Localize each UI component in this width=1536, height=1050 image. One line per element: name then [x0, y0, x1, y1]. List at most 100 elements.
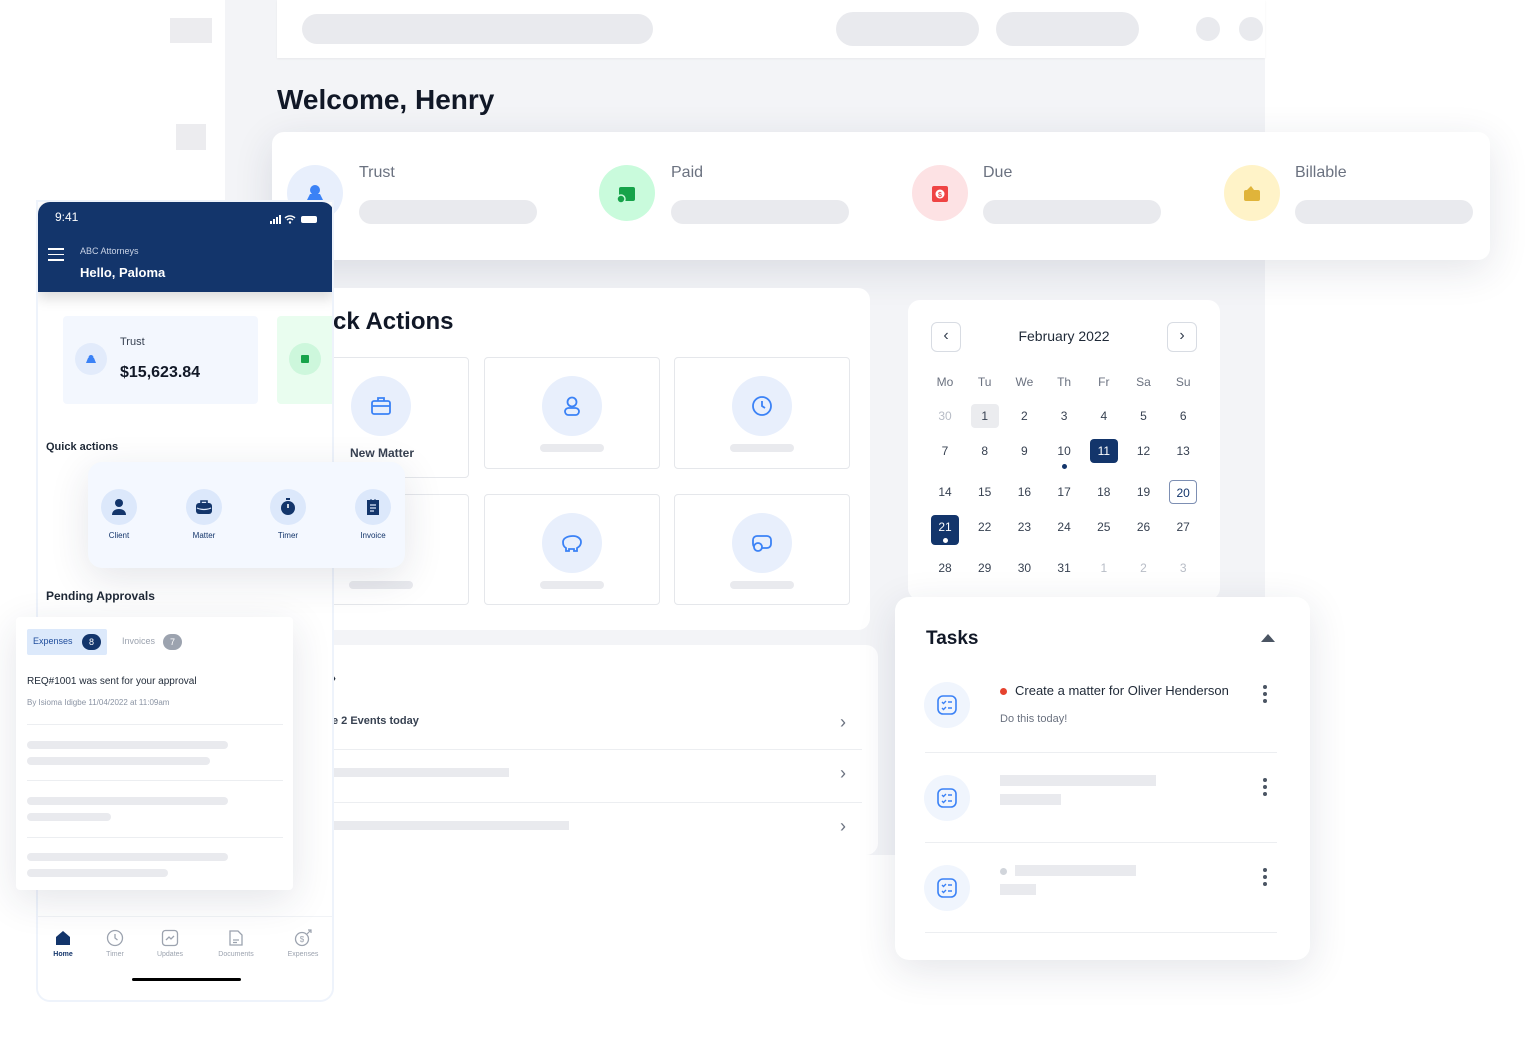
calendar-day[interactable]: 2 — [1130, 556, 1158, 580]
firm-name: ABC Attorneys — [80, 246, 139, 256]
calendar-day[interactable]: 22 — [971, 515, 999, 539]
paid-card[interactable] — [277, 316, 332, 404]
calendar-day[interactable]: 1 — [970, 404, 999, 428]
trust-deposit-tile[interactable] — [484, 494, 660, 605]
quick-action-matter[interactable]: Matter — [174, 489, 234, 540]
calendar-day[interactable]: 6 — [1169, 404, 1197, 428]
quick-action-timer[interactable]: Timer — [258, 489, 318, 540]
calendar-dollar-icon: $ — [912, 165, 968, 221]
status-time: 9:41 — [55, 210, 79, 224]
weekday-label: Su — [1175, 375, 1191, 389]
calendar-day[interactable]: 25 — [1090, 515, 1118, 539]
menu-icon[interactable] — [48, 248, 64, 261]
clock-icon — [732, 376, 792, 436]
tile-label-placeholder — [540, 581, 604, 589]
nav-home[interactable]: Home — [38, 929, 91, 958]
tab-invoices[interactable]: Invoices 7 — [116, 629, 196, 655]
calendar-day[interactable]: 20 — [1169, 480, 1198, 504]
weekday-label: Fr — [1098, 375, 1110, 389]
home-indicator — [132, 978, 241, 981]
calendar-day[interactable]: 2 — [1010, 404, 1038, 428]
events-row[interactable]: › — [320, 753, 860, 803]
events-card: › e 2 Events today › › › — [320, 645, 878, 855]
approval-placeholder — [27, 869, 168, 877]
nav-label: Updates — [156, 951, 184, 958]
mobile-quick-actions-card: Client Matter Timer Invoice — [88, 462, 405, 568]
calendar-day[interactable]: 4 — [1090, 404, 1118, 428]
money-icon — [732, 513, 792, 573]
divider — [925, 752, 1277, 753]
top-button-placeholder[interactable] — [996, 12, 1139, 46]
count-badge: 7 — [163, 634, 182, 650]
calendar-day[interactable]: 16 — [1010, 480, 1038, 504]
weekday-label: Th — [1057, 375, 1072, 389]
calendar-day[interactable]: 21 — [931, 515, 959, 545]
top-button-placeholder[interactable] — [836, 12, 979, 46]
calendar-day[interactable]: 26 — [1130, 515, 1158, 539]
calendar-day[interactable]: 11 — [1089, 439, 1118, 463]
nav-timer[interactable]: Timer — [87, 929, 143, 958]
calendar-day[interactable]: 3 — [1169, 556, 1197, 580]
calendar-day[interactable]: 3 — [1050, 404, 1078, 428]
new-client-tile[interactable] — [484, 357, 660, 469]
trust-card[interactable]: Trust $15,623.84 — [63, 316, 258, 404]
calendar-day[interactable]: 23 — [1010, 515, 1038, 539]
calendar-day[interactable]: 27 — [1169, 515, 1197, 539]
calendar-day[interactable]: 31 — [1050, 556, 1078, 580]
task-title[interactable]: Create a matter for Oliver Henderson — [1015, 683, 1229, 698]
quick-action-label: Matter — [192, 531, 216, 540]
calendar-day[interactable]: 14 — [931, 480, 959, 504]
money-tile[interactable] — [674, 494, 850, 605]
search-placeholder[interactable] — [302, 14, 653, 44]
nav-expenses[interactable]: $ Expenses — [275, 929, 331, 958]
calendar-day[interactable]: 30 — [1010, 556, 1038, 580]
timer-tile[interactable] — [674, 357, 850, 469]
calendar-day[interactable]: 8 — [971, 439, 999, 463]
notification-placeholder[interactable] — [1196, 17, 1220, 41]
nav-documents[interactable]: Documents — [208, 929, 264, 958]
calendar-day[interactable]: 30 — [931, 404, 959, 428]
calendar-day[interactable]: 17 — [1050, 480, 1078, 504]
calendar-day[interactable]: 7 — [931, 439, 959, 463]
calendar-day[interactable]: 28 — [931, 556, 959, 580]
calendar-day[interactable]: 29 — [971, 556, 999, 580]
approval-placeholder — [27, 741, 228, 749]
tile-label-placeholder — [540, 444, 604, 452]
quick-action-client[interactable]: Client — [89, 489, 149, 540]
checklist-icon — [924, 775, 970, 821]
events-row[interactable]: › — [320, 806, 860, 851]
quick-action-label: Client — [108, 531, 130, 540]
quick-action-invoice[interactable]: Invoice — [343, 489, 403, 540]
calendar-day[interactable]: 24 — [1050, 515, 1078, 539]
wallet-check-icon — [289, 343, 321, 375]
sidebar-logo-placeholder — [170, 18, 212, 43]
checklist-icon — [924, 865, 970, 911]
more-options-icon[interactable] — [1263, 868, 1267, 889]
calendar-day[interactable]: 9 — [1010, 439, 1038, 463]
collapse-icon[interactable] — [1261, 634, 1275, 642]
calendar-day[interactable]: 5 — [1130, 404, 1158, 428]
nav-label: Home — [53, 951, 73, 958]
stat-value-placeholder — [1295, 200, 1473, 224]
more-options-icon[interactable] — [1263, 685, 1267, 706]
approval-title[interactable]: REQ#1001 was sent for your approval — [27, 676, 197, 687]
home-icon — [56, 931, 70, 945]
calendar-day[interactable]: 19 — [1130, 480, 1158, 504]
divider — [925, 932, 1277, 933]
divider — [27, 837, 283, 838]
events-row[interactable]: e 2 Events today › — [320, 700, 860, 750]
task-placeholder — [1000, 775, 1156, 786]
calendar-day[interactable]: 18 — [1090, 480, 1118, 504]
calendar-day[interactable]: 12 — [1130, 439, 1158, 463]
nav-updates[interactable]: Updates — [142, 929, 198, 958]
svg-text:$: $ — [300, 935, 305, 944]
next-month-button[interactable]: › — [1167, 322, 1197, 352]
avatar-placeholder[interactable] — [1239, 17, 1263, 41]
calendar-day[interactable]: 1 — [1090, 556, 1118, 580]
tab-expenses[interactable]: Expenses 8 — [27, 629, 107, 655]
nav-label: Documents — [218, 951, 254, 958]
more-options-icon[interactable] — [1263, 778, 1267, 799]
calendar-day[interactable]: 13 — [1169, 439, 1197, 463]
calendar-day[interactable]: 15 — [971, 480, 999, 504]
calendar-day[interactable]: 10 — [1050, 439, 1078, 469]
